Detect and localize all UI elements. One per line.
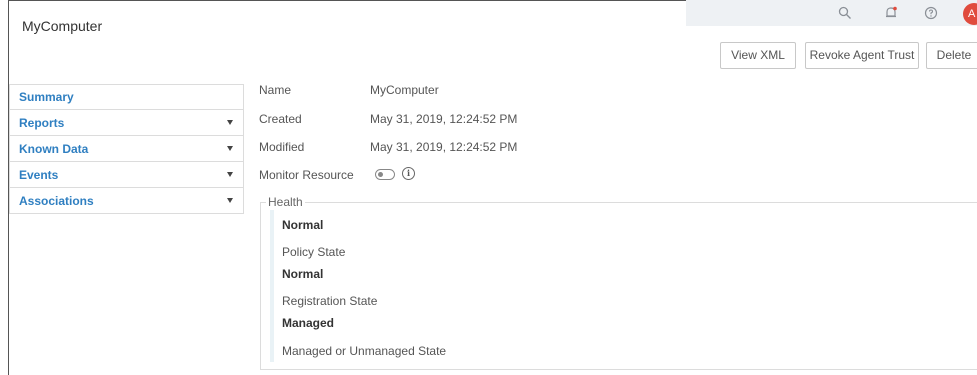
sidebar-nav: Summary Reports Known Data Events Associ… [9,84,244,214]
sidebar-item-known-data[interactable]: Known Data [9,136,244,162]
notification-bell-icon[interactable] [882,4,900,22]
sidebar-item-label: Summary [19,90,74,104]
registration-state-value: Normal [282,267,324,281]
managed-state-value: Managed [282,316,335,330]
sidebar-item-label: Events [19,167,59,182]
help-icon[interactable] [922,4,940,22]
sidebar-item-events[interactable]: Events [9,162,244,188]
chevron-down-icon[interactable] [227,198,233,203]
sidebar-item-reports[interactable]: Reports [9,110,244,136]
chevron-down-icon[interactable] [227,172,233,177]
chevron-down-icon[interactable] [227,146,233,151]
registration-state-label: Registration State [282,294,378,308]
sidebar-item-associations[interactable]: Associations [9,188,244,214]
info-icon[interactable]: i [402,167,415,180]
policy-state-value: Normal [282,218,324,232]
delete-button[interactable]: Delete [926,42,977,69]
created-label: Created [259,112,302,126]
sidebar-item-label: Known Data [19,141,89,156]
sidebar-item-label: Reports [19,115,65,130]
created-value: May 31, 2019, 12:24:52 PM [370,112,518,126]
modified-value: May 31, 2019, 12:24:52 PM [370,140,518,154]
policy-state-label: Policy State [282,245,346,259]
monitor-resource-label: Monitor Resource [259,168,354,182]
revoke-agent-trust-button[interactable]: Revoke Agent Trust [805,42,919,69]
modified-label: Modified [259,140,305,154]
chevron-down-icon[interactable] [227,120,233,125]
search-icon[interactable] [836,4,854,22]
name-label: Name [259,83,292,97]
view-xml-button[interactable]: View XML [720,42,796,69]
sidebar-item-label: Associations [19,193,94,208]
health-legend: Health [266,195,305,209]
monitor-resource-toggle[interactable] [375,169,395,180]
managed-state-label: Managed or Unmanaged State [282,344,447,358]
health-accent-bar [270,210,274,362]
page-title: MyComputer [22,18,103,34]
sidebar-item-summary[interactable]: Summary [9,84,244,110]
name-value: MyComputer [370,83,439,97]
